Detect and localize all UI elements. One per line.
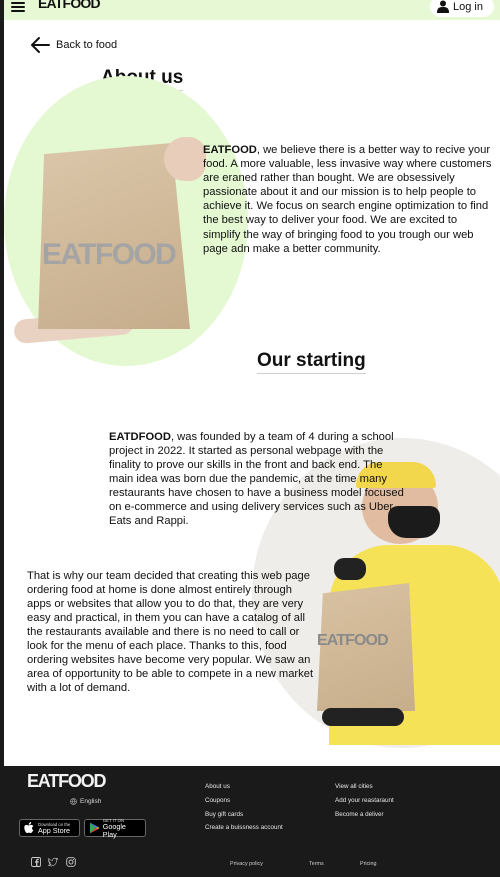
glove-image xyxy=(322,708,404,726)
globe-icon xyxy=(70,798,77,805)
brand-name: EATFOOD xyxy=(203,144,257,156)
instagram-icon[interactable] xyxy=(66,857,76,867)
language-label: English xyxy=(80,798,102,805)
footer-link-terms[interactable]: Terms xyxy=(309,861,324,867)
footer-link-gift-cards[interactable]: Buy gift cards xyxy=(205,811,243,818)
top-header: EATFOOD Log in xyxy=(4,0,500,20)
starting-paragraph: EATDFOOD, was founded by a team of 4 dur… xyxy=(109,430,409,528)
twitter-icon[interactable] xyxy=(48,857,58,867)
login-label: Log in xyxy=(453,0,483,13)
language-selector[interactable]: English xyxy=(70,798,101,805)
app-store-button[interactable]: Download on the App Store xyxy=(19,819,80,837)
footer: EATFOOD English Download on the App Stor… xyxy=(0,766,500,877)
footer-link-coupons[interactable]: Coupons xyxy=(205,797,230,804)
hand-image xyxy=(164,137,206,181)
bag-logo: EATFOOD xyxy=(42,238,177,271)
google-play-icon xyxy=(89,822,100,834)
arrow-left-icon xyxy=(31,37,50,53)
google-play-button[interactable]: GET IT ON Google Play xyxy=(84,818,146,839)
footer-link-become-deliver[interactable]: Become a deliver xyxy=(335,811,384,818)
starting-paragraph-2: That is why our team decided that creati… xyxy=(27,570,314,694)
brand-name: EATDFOOD xyxy=(109,431,171,443)
login-button[interactable]: Log in xyxy=(430,0,494,17)
facebook-icon[interactable] xyxy=(31,857,41,867)
about-page: EATFOOD Log in Back to food About us EAT… xyxy=(4,0,500,766)
about-paragraph: EATFOOD, we believe there is a better wa… xyxy=(203,143,493,256)
google-play-text: GET IT ON Google Play xyxy=(103,818,141,839)
footer-link-pricing[interactable]: Pricing xyxy=(360,861,376,867)
footer-link-privacy[interactable]: Privacy policy xyxy=(230,861,263,867)
starting-text: , was founded by a team of 4 during a sc… xyxy=(109,431,404,527)
app-store-big: App Store xyxy=(38,825,70,835)
user-icon xyxy=(437,0,449,13)
footer-link-about[interactable]: About us xyxy=(205,783,230,790)
about-text: , we believe there is a better way to re… xyxy=(203,144,492,255)
back-label: Back to food xyxy=(56,39,118,51)
glove-image xyxy=(334,558,366,580)
apple-icon xyxy=(24,822,34,833)
footer-link-cities[interactable]: View all cities xyxy=(335,783,373,790)
starting-title: Our starting xyxy=(257,350,366,374)
footer-link-business-account[interactable]: Create a buissness account xyxy=(205,824,283,831)
bag-logo: EATFOOD xyxy=(317,632,389,649)
app-store-text: Download on the App Store xyxy=(38,822,70,835)
footer-link-add-restaurant[interactable]: Add your reastaraunt xyxy=(335,797,394,804)
menu-icon[interactable] xyxy=(11,0,25,12)
google-play-big: Google Play xyxy=(102,821,126,839)
back-to-food-link[interactable]: Back to food xyxy=(30,36,117,54)
brand-logo[interactable]: EATFOOD xyxy=(38,0,101,11)
footer-logo[interactable]: EATFOOD xyxy=(27,771,106,792)
